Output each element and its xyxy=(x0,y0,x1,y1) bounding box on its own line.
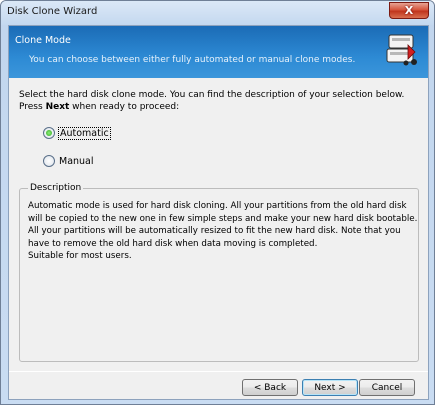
radio-label-manual[interactable]: Manual xyxy=(59,156,94,167)
wizard-window: Disk Clone Wizard X Clone Mode You can c… xyxy=(0,0,435,405)
intro-next-keyword: Next xyxy=(45,102,70,112)
description-note: Suitable for most users. xyxy=(28,251,132,261)
disk-clone-icon xyxy=(386,34,417,66)
description-text: Automatic mode is used for hard disk clo… xyxy=(28,200,418,263)
description-legend: Description xyxy=(28,183,84,193)
intro-text-part: when ready to proceed: xyxy=(69,102,180,112)
cancel-button[interactable]: Cancel xyxy=(359,379,415,396)
close-button[interactable]: X xyxy=(389,2,429,19)
wizard-header: Clone Mode You can choose between either… xyxy=(9,26,428,78)
page-title: Clone Mode xyxy=(15,35,71,46)
next-button[interactable]: Next > xyxy=(302,379,358,396)
window-title: Disk Clone Wizard xyxy=(7,6,98,17)
radio-button-unchecked[interactable] xyxy=(43,155,55,167)
description-group: Description Automatic mode is used for h… xyxy=(19,183,419,362)
wizard-client-area: Clone Mode You can choose between either… xyxy=(8,25,429,400)
intro-text: Select the hard disk clone mode. You can… xyxy=(19,89,419,113)
back-button[interactable]: < Back xyxy=(242,379,298,396)
page-subtitle: You can choose between either fully auto… xyxy=(29,55,356,65)
description-body: Automatic mode is used for hard disk clo… xyxy=(28,201,418,249)
button-separator xyxy=(9,371,428,372)
close-icon: X xyxy=(404,4,414,17)
title-bar[interactable]: Disk Clone Wizard X xyxy=(1,1,434,25)
radio-label-automatic[interactable]: Automatic xyxy=(58,126,111,140)
radio-manual[interactable]: Manual xyxy=(43,155,94,167)
radio-automatic[interactable]: Automatic xyxy=(43,126,111,140)
radio-button-checked[interactable] xyxy=(43,127,55,139)
